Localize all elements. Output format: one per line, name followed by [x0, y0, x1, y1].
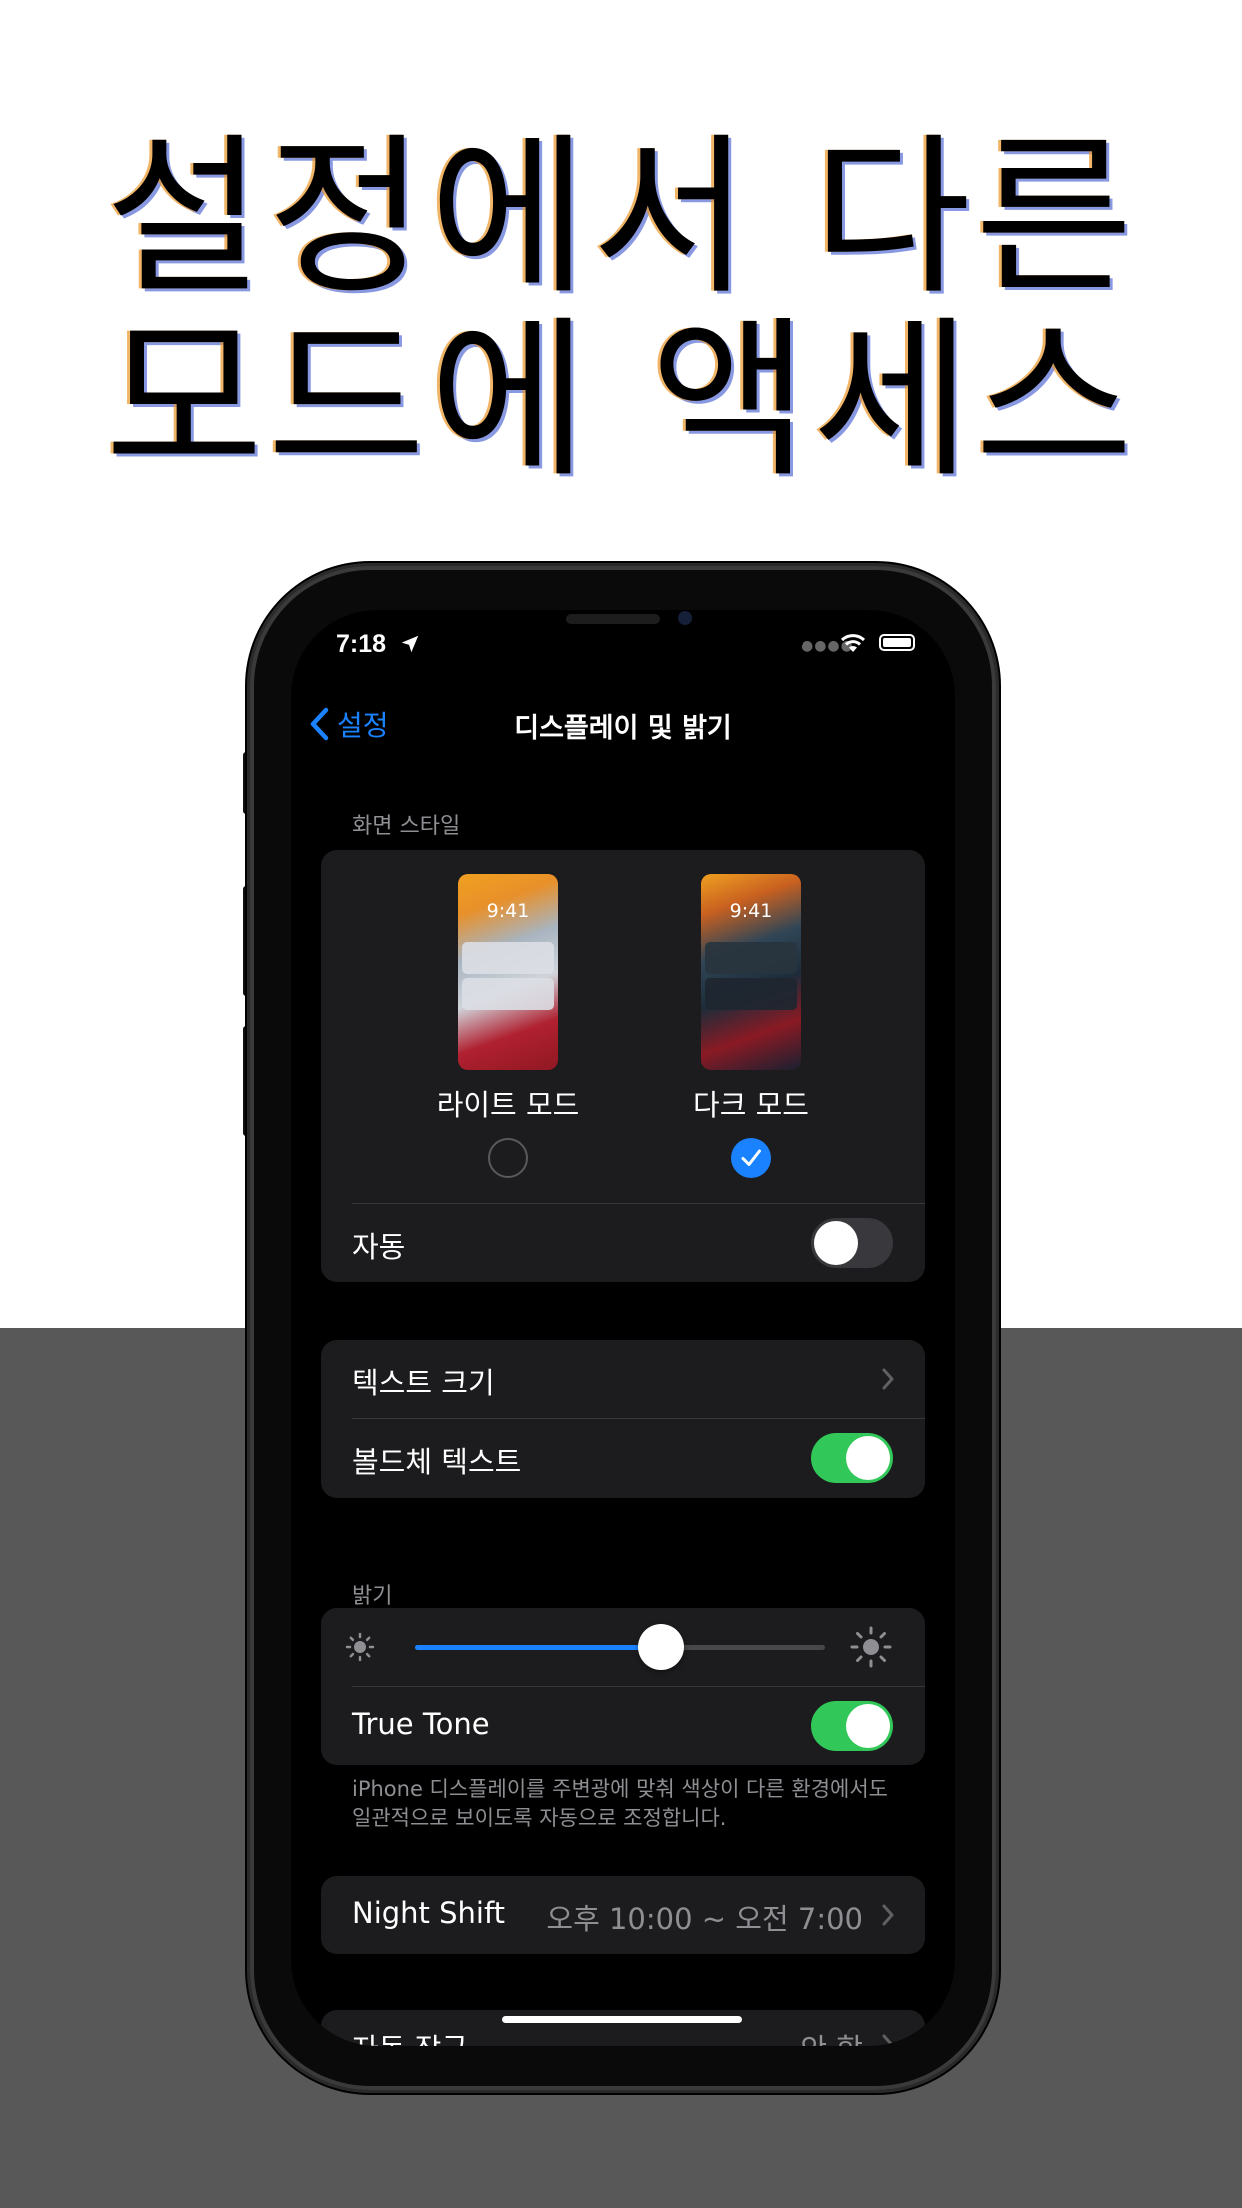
text-group: 텍스트 크기 볼드체 텍스트: [321, 1340, 925, 1498]
dark-preview-widget: [705, 942, 797, 974]
dark-preview-time: 9:41: [729, 900, 773, 922]
brightness-slider[interactable]: [415, 1624, 825, 1670]
auto-toggle[interactable]: [811, 1218, 893, 1268]
dark-mode-radio[interactable]: [731, 1138, 771, 1178]
chevron-right-icon: [882, 2034, 894, 2046]
front-camera: [678, 611, 692, 625]
wifi-icon: [840, 634, 866, 652]
light-mode-radio[interactable]: [488, 1138, 528, 1178]
headline-line-2: 모드에 액세스: [104, 300, 1138, 501]
page-title: 디스플레이 및 밝기: [514, 713, 732, 744]
brightness-high-icon: [850, 1626, 892, 1668]
battery-icon: [879, 634, 915, 651]
dark-mode-label: 다크 모드: [693, 1088, 809, 1122]
navigation-bar: 설정 디스플레이 및 밝기: [291, 690, 955, 750]
light-preview-widget: [462, 942, 554, 974]
dark-preview-widget: [705, 978, 797, 1010]
home-indicator: [502, 2016, 742, 2023]
night-shift-row[interactable]: Night Shift 오후 10:00 ~ 오전 7:00: [321, 1876, 925, 1954]
bold-text-label: 볼드체 텍스트: [352, 1445, 522, 1479]
chevron-right-icon: [882, 1904, 894, 1926]
brightness-group: True Tone: [321, 1608, 925, 1765]
auto-lock-label: 자동 잠금: [352, 2026, 468, 2046]
true-tone-row: True Tone: [321, 1687, 925, 1765]
notch: [433, 610, 805, 666]
true-tone-toggle[interactable]: [811, 1701, 893, 1751]
location-arrow-icon: [401, 635, 419, 653]
night-shift-value: 오후 10:00 ~ 오전 7:00: [546, 1902, 863, 1936]
bold-text-toggle[interactable]: [811, 1433, 893, 1483]
brightness-low-icon: [345, 1632, 375, 1662]
brightness-slider-fill: [415, 1645, 661, 1650]
bold-text-row: 볼드체 텍스트: [321, 1419, 925, 1498]
night-shift-group: Night Shift 오후 10:00 ~ 오전 7:00: [321, 1876, 925, 1954]
dark-mode-preview[interactable]: 9:41: [701, 874, 801, 1070]
light-preview-time: 9:41: [486, 900, 530, 922]
auto-lock-value: 안 함: [800, 2026, 863, 2046]
night-shift-label: Night Shift: [352, 1896, 506, 1930]
auto-label: 자동: [352, 1230, 406, 1264]
light-mode-preview[interactable]: 9:41: [458, 874, 558, 1070]
speaker-grille: [566, 614, 660, 624]
text-size-row[interactable]: 텍스트 크기: [321, 1340, 925, 1418]
true-tone-label: True Tone: [352, 1707, 490, 1741]
brightness-slider-thumb[interactable]: [638, 1624, 684, 1670]
text-size-label: 텍스트 크기: [352, 1366, 495, 1400]
headline-line-1: 설정에서 다른: [104, 117, 1138, 318]
appearance-group: 9:41 라이트 모드 9:41 다크 모드 자동: [321, 850, 925, 1282]
light-mode-label: 라이트 모드: [436, 1088, 580, 1122]
chevron-right-icon: [882, 1368, 894, 1390]
status-time: 7:18: [336, 630, 387, 658]
checkmark-icon: [741, 1149, 761, 1166]
true-tone-footnote: iPhone 디스플레이를 주변광에 맞춰 색상이 다른 환경에서도 일관적으로…: [352, 1777, 888, 1830]
brightness-section-label: 밝기: [352, 1584, 393, 1609]
light-preview-widget: [462, 978, 554, 1010]
auto-row: 자동: [321, 1204, 925, 1282]
appearance-section-label: 화면 스타일: [352, 814, 461, 839]
brightness-slider-row: [321, 1608, 925, 1686]
phone-screen: 7:18 ●●●● 설정 디스플레이 및 밝기 화면 스타일 9:41 라이트 …: [291, 610, 955, 2046]
